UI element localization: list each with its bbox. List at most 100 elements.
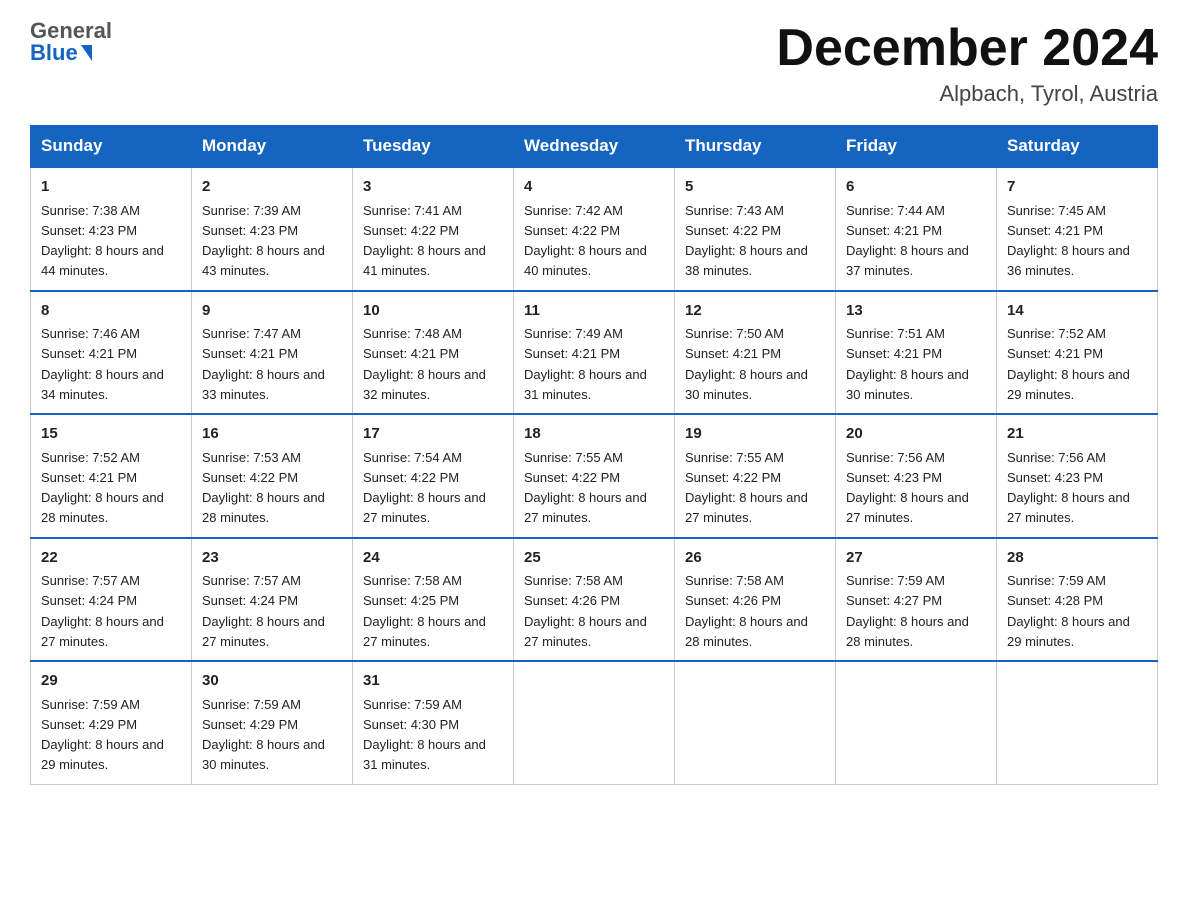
calendar-cell [997,661,1158,784]
calendar-cell: 26 Sunrise: 7:58 AMSunset: 4:26 PMDaylig… [675,538,836,662]
day-number: 24 [363,547,503,570]
logo-arrow-icon [81,45,92,61]
day-number: 28 [1007,547,1147,570]
day-info: Sunrise: 7:52 AMSunset: 4:21 PMDaylight:… [41,450,164,526]
day-info: Sunrise: 7:57 AMSunset: 4:24 PMDaylight:… [202,573,325,649]
day-number: 8 [41,300,181,323]
calendar-cell: 3 Sunrise: 7:41 AMSunset: 4:22 PMDayligh… [353,167,514,291]
day-info: Sunrise: 7:55 AMSunset: 4:22 PMDaylight:… [685,450,808,526]
calendar-cell: 7 Sunrise: 7:45 AMSunset: 4:21 PMDayligh… [997,167,1158,291]
day-info: Sunrise: 7:58 AMSunset: 4:26 PMDaylight:… [685,573,808,649]
header-day-monday: Monday [192,126,353,168]
calendar-cell: 10 Sunrise: 7:48 AMSunset: 4:21 PMDaylig… [353,291,514,415]
header-day-saturday: Saturday [997,126,1158,168]
day-info: Sunrise: 7:53 AMSunset: 4:22 PMDaylight:… [202,450,325,526]
calendar-header-row: SundayMondayTuesdayWednesdayThursdayFrid… [31,126,1158,168]
day-info: Sunrise: 7:58 AMSunset: 4:25 PMDaylight:… [363,573,486,649]
day-info: Sunrise: 7:42 AMSunset: 4:22 PMDaylight:… [524,203,647,279]
title-area: December 2024 Alpbach, Tyrol, Austria [776,20,1158,107]
day-number: 11 [524,300,664,323]
calendar-cell: 9 Sunrise: 7:47 AMSunset: 4:21 PMDayligh… [192,291,353,415]
location-subtitle: Alpbach, Tyrol, Austria [776,81,1158,107]
day-info: Sunrise: 7:58 AMSunset: 4:26 PMDaylight:… [524,573,647,649]
day-number: 6 [846,176,986,199]
calendar-cell [675,661,836,784]
day-info: Sunrise: 7:49 AMSunset: 4:21 PMDaylight:… [524,326,647,402]
calendar-cell: 25 Sunrise: 7:58 AMSunset: 4:26 PMDaylig… [514,538,675,662]
day-info: Sunrise: 7:55 AMSunset: 4:22 PMDaylight:… [524,450,647,526]
day-number: 18 [524,423,664,446]
calendar-cell: 8 Sunrise: 7:46 AMSunset: 4:21 PMDayligh… [31,291,192,415]
day-number: 21 [1007,423,1147,446]
calendar-cell: 27 Sunrise: 7:59 AMSunset: 4:27 PMDaylig… [836,538,997,662]
header-day-sunday: Sunday [31,126,192,168]
calendar-cell [514,661,675,784]
day-number: 5 [685,176,825,199]
calendar-week-row: 29 Sunrise: 7:59 AMSunset: 4:29 PMDaylig… [31,661,1158,784]
day-number: 12 [685,300,825,323]
day-info: Sunrise: 7:45 AMSunset: 4:21 PMDaylight:… [1007,203,1130,279]
month-title: December 2024 [776,20,1158,77]
day-info: Sunrise: 7:56 AMSunset: 4:23 PMDaylight:… [846,450,969,526]
logo-blue-text: Blue [30,42,78,64]
header-day-friday: Friday [836,126,997,168]
day-number: 29 [41,670,181,693]
logo-general-text: General [30,20,112,42]
calendar-week-row: 15 Sunrise: 7:52 AMSunset: 4:21 PMDaylig… [31,414,1158,538]
day-number: 19 [685,423,825,446]
calendar-cell: 19 Sunrise: 7:55 AMSunset: 4:22 PMDaylig… [675,414,836,538]
calendar-cell: 30 Sunrise: 7:59 AMSunset: 4:29 PMDaylig… [192,661,353,784]
day-info: Sunrise: 7:59 AMSunset: 4:29 PMDaylight:… [41,697,164,773]
calendar-cell [836,661,997,784]
day-number: 26 [685,547,825,570]
day-info: Sunrise: 7:46 AMSunset: 4:21 PMDaylight:… [41,326,164,402]
day-number: 13 [846,300,986,323]
day-info: Sunrise: 7:59 AMSunset: 4:30 PMDaylight:… [363,697,486,773]
day-info: Sunrise: 7:52 AMSunset: 4:21 PMDaylight:… [1007,326,1130,402]
calendar-cell: 20 Sunrise: 7:56 AMSunset: 4:23 PMDaylig… [836,414,997,538]
day-number: 9 [202,300,342,323]
logo: General Blue [30,20,112,64]
day-number: 17 [363,423,503,446]
day-number: 23 [202,547,342,570]
day-number: 3 [363,176,503,199]
calendar-cell: 24 Sunrise: 7:58 AMSunset: 4:25 PMDaylig… [353,538,514,662]
day-info: Sunrise: 7:51 AMSunset: 4:21 PMDaylight:… [846,326,969,402]
calendar-cell: 6 Sunrise: 7:44 AMSunset: 4:21 PMDayligh… [836,167,997,291]
calendar-cell: 28 Sunrise: 7:59 AMSunset: 4:28 PMDaylig… [997,538,1158,662]
day-info: Sunrise: 7:54 AMSunset: 4:22 PMDaylight:… [363,450,486,526]
day-info: Sunrise: 7:59 AMSunset: 4:29 PMDaylight:… [202,697,325,773]
day-number: 16 [202,423,342,446]
calendar-cell: 2 Sunrise: 7:39 AMSunset: 4:23 PMDayligh… [192,167,353,291]
day-number: 30 [202,670,342,693]
day-info: Sunrise: 7:47 AMSunset: 4:21 PMDaylight:… [202,326,325,402]
day-number: 31 [363,670,503,693]
calendar-week-row: 8 Sunrise: 7:46 AMSunset: 4:21 PMDayligh… [31,291,1158,415]
day-info: Sunrise: 7:44 AMSunset: 4:21 PMDaylight:… [846,203,969,279]
calendar-cell: 21 Sunrise: 7:56 AMSunset: 4:23 PMDaylig… [997,414,1158,538]
header-day-wednesday: Wednesday [514,126,675,168]
day-info: Sunrise: 7:43 AMSunset: 4:22 PMDaylight:… [685,203,808,279]
day-number: 14 [1007,300,1147,323]
day-number: 10 [363,300,503,323]
day-number: 2 [202,176,342,199]
calendar-cell: 14 Sunrise: 7:52 AMSunset: 4:21 PMDaylig… [997,291,1158,415]
calendar-cell: 16 Sunrise: 7:53 AMSunset: 4:22 PMDaylig… [192,414,353,538]
day-number: 4 [524,176,664,199]
calendar-cell: 18 Sunrise: 7:55 AMSunset: 4:22 PMDaylig… [514,414,675,538]
day-info: Sunrise: 7:39 AMSunset: 4:23 PMDaylight:… [202,203,325,279]
day-number: 25 [524,547,664,570]
day-info: Sunrise: 7:50 AMSunset: 4:21 PMDaylight:… [685,326,808,402]
day-number: 1 [41,176,181,199]
calendar-cell: 22 Sunrise: 7:57 AMSunset: 4:24 PMDaylig… [31,538,192,662]
day-number: 15 [41,423,181,446]
day-info: Sunrise: 7:57 AMSunset: 4:24 PMDaylight:… [41,573,164,649]
day-number: 20 [846,423,986,446]
day-info: Sunrise: 7:56 AMSunset: 4:23 PMDaylight:… [1007,450,1130,526]
calendar-cell: 11 Sunrise: 7:49 AMSunset: 4:21 PMDaylig… [514,291,675,415]
calendar-cell: 13 Sunrise: 7:51 AMSunset: 4:21 PMDaylig… [836,291,997,415]
calendar-week-row: 1 Sunrise: 7:38 AMSunset: 4:23 PMDayligh… [31,167,1158,291]
calendar-cell: 4 Sunrise: 7:42 AMSunset: 4:22 PMDayligh… [514,167,675,291]
calendar-cell: 5 Sunrise: 7:43 AMSunset: 4:22 PMDayligh… [675,167,836,291]
header-day-tuesday: Tuesday [353,126,514,168]
